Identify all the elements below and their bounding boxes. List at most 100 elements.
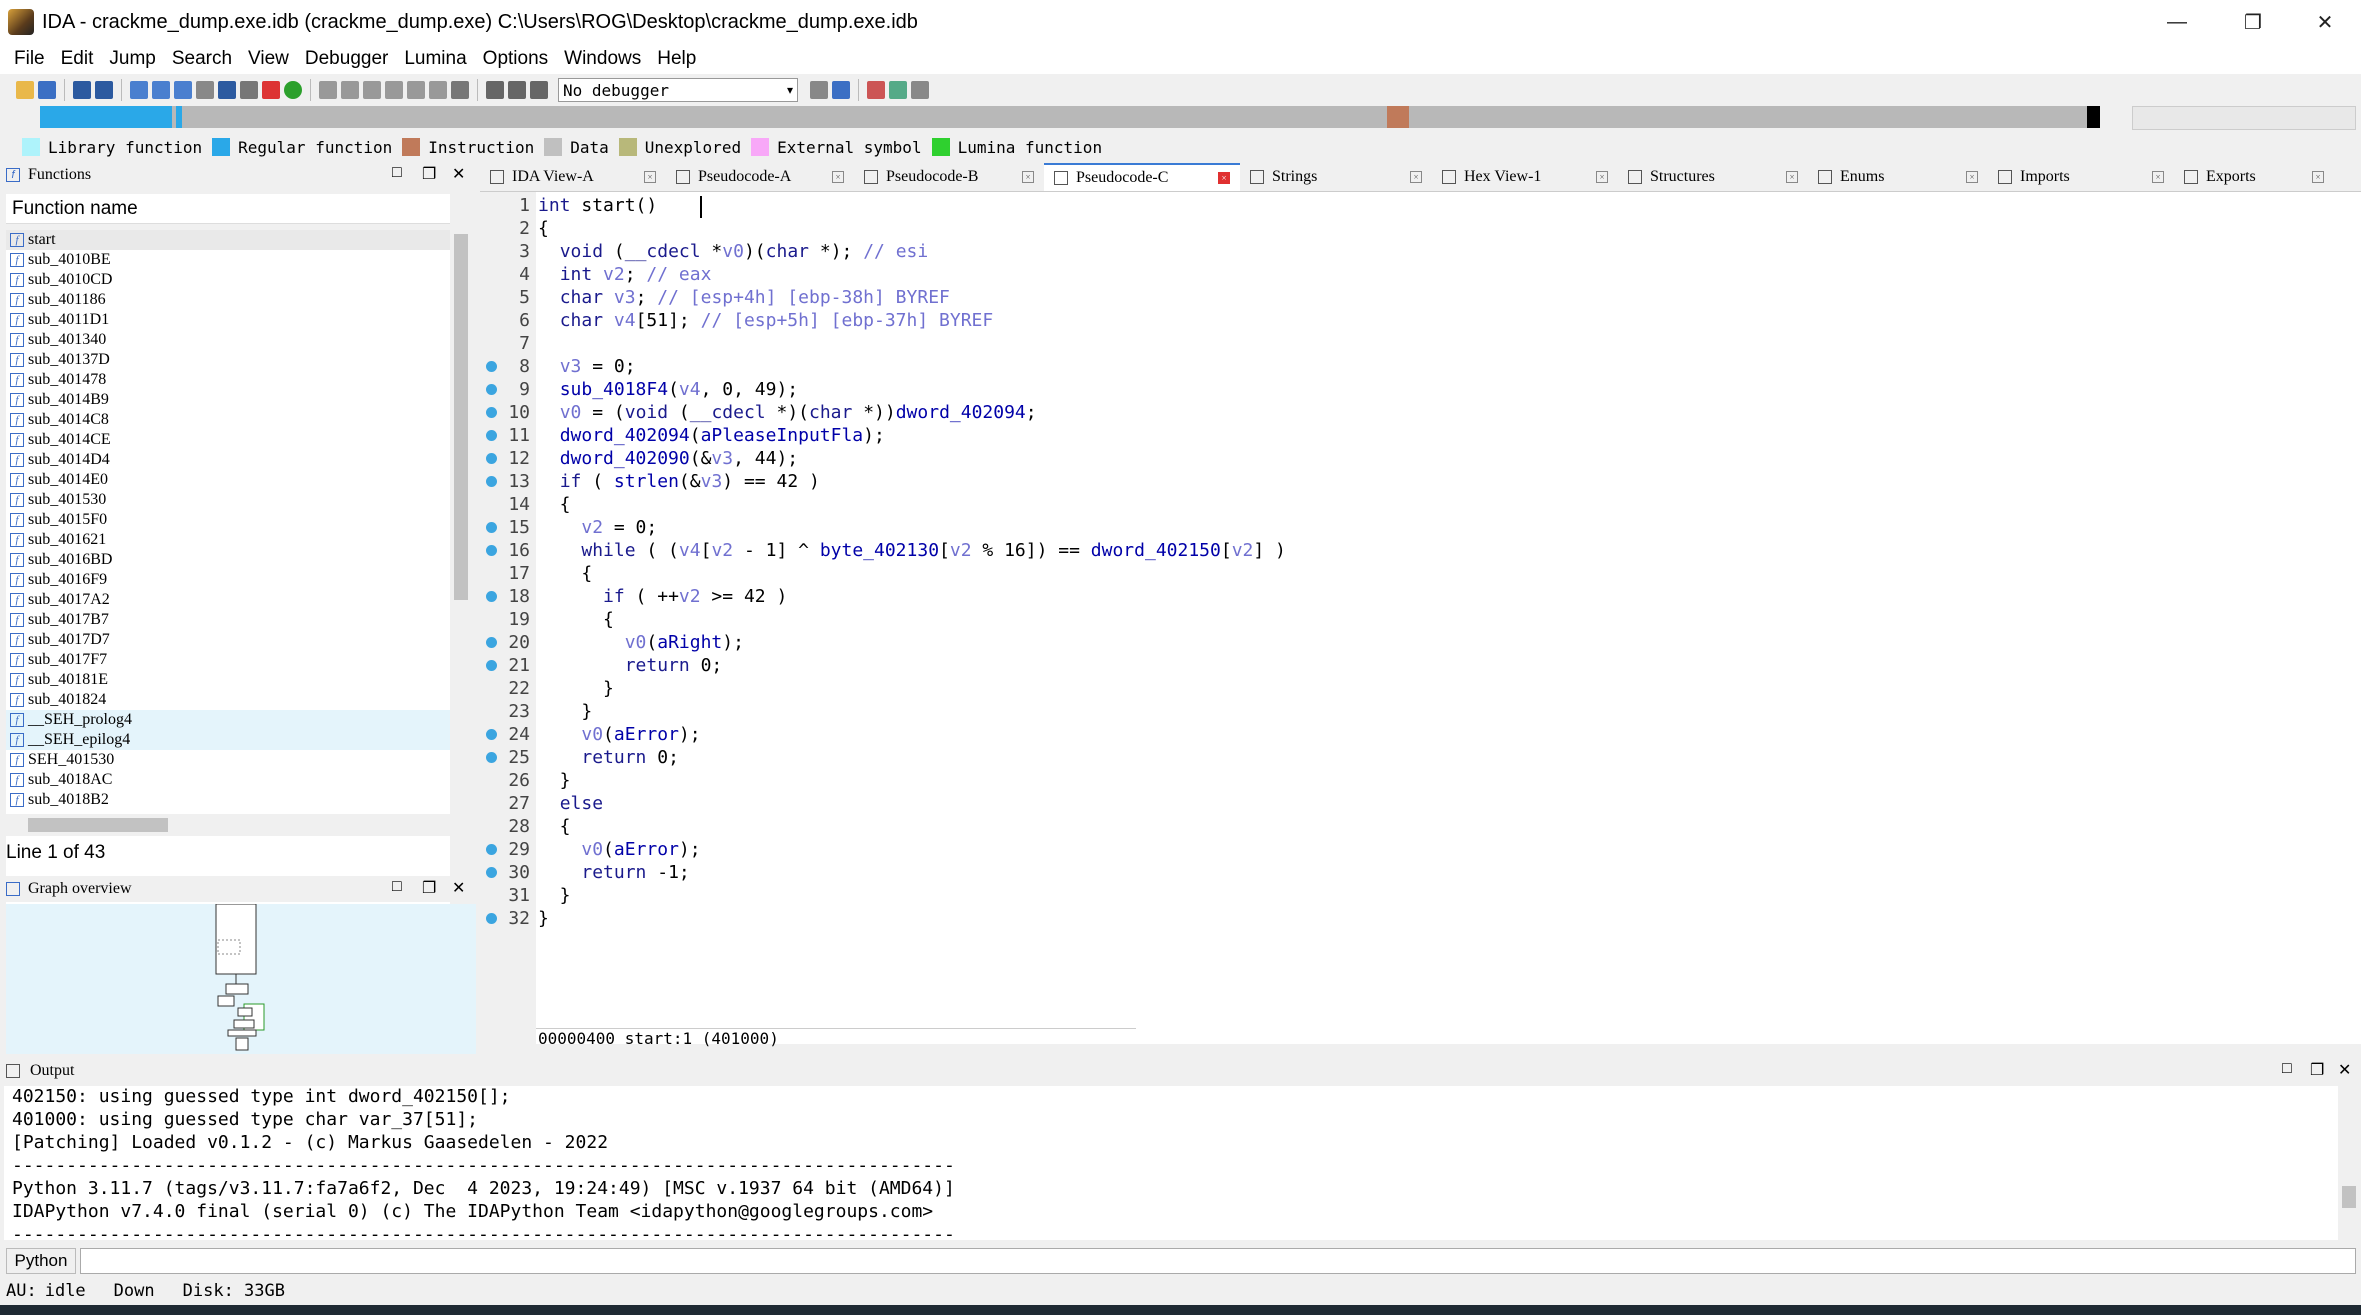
- tab-pseudocode-a[interactable]: Pseudocode-A ×: [666, 163, 854, 191]
- code-line[interactable]: 19 {: [480, 608, 2361, 631]
- function-name-header[interactable]: Function name: [6, 194, 454, 224]
- tab-imports[interactable]: Imports ×: [1988, 163, 2174, 191]
- menu-file[interactable]: File: [6, 48, 53, 70]
- function-list-item[interactable]: f sub_4010BE: [6, 250, 450, 270]
- maximize-panel-icon[interactable]: □: [392, 878, 402, 896]
- function-list-item[interactable]: f sub_401530: [6, 490, 450, 510]
- plugin-icon[interactable]: [889, 81, 907, 99]
- code-line[interactable]: 5 char v3; // [esp+4h] [ebp-38h] BYREF: [480, 286, 2361, 309]
- graph-icon[interactable]: [262, 81, 280, 99]
- function-list-item[interactable]: f sub_4018B2: [6, 790, 450, 810]
- code-line[interactable]: 1 int start(): [480, 194, 2361, 217]
- code-line[interactable]: 29 v0(aError);: [480, 838, 2361, 861]
- play-icon[interactable]: [486, 81, 504, 99]
- navigation-strip[interactable]: [40, 106, 2100, 128]
- code-line[interactable]: 3 void (__cdecl *v0)(char *); // esi: [480, 240, 2361, 263]
- close-panel-icon[interactable]: ✕: [2338, 1060, 2351, 1080]
- breakpoint-dot-icon[interactable]: [486, 453, 497, 464]
- nav-segment-dropdown[interactable]: [2132, 106, 2356, 130]
- breakpoint-dot-icon[interactable]: [486, 844, 497, 855]
- close-tab-icon[interactable]: ×: [1966, 171, 1978, 183]
- menu-lumina[interactable]: Lumina: [396, 48, 474, 70]
- code-line[interactable]: 23 }: [480, 700, 2361, 723]
- menu-windows[interactable]: Windows: [556, 48, 649, 70]
- function-list-item[interactable]: f sub_4016F9: [6, 570, 450, 590]
- tab-structures[interactable]: Structures ×: [1618, 163, 1808, 191]
- function-list-item[interactable]: f sub_4017F7: [6, 650, 450, 670]
- make-array-icon[interactable]: [385, 81, 403, 99]
- code-line[interactable]: 28 {: [480, 815, 2361, 838]
- jump-down-icon[interactable]: [218, 81, 236, 99]
- open-icon[interactable]: [16, 81, 34, 99]
- function-list-item[interactable]: f sub_401186: [6, 290, 450, 310]
- function-list-item[interactable]: f sub_40181E: [6, 670, 450, 690]
- struct-icon[interactable]: [429, 81, 447, 99]
- code-line[interactable]: 26 }: [480, 769, 2361, 792]
- function-list-item[interactable]: f start: [6, 230, 450, 250]
- text-search-icon[interactable]: [152, 81, 170, 99]
- menu-debugger[interactable]: Debugger: [297, 48, 396, 70]
- python-button[interactable]: Python: [6, 1248, 76, 1274]
- binary-search-icon[interactable]: [130, 81, 148, 99]
- code-line[interactable]: 10 v0 = (void (__cdecl *)(char *))dword_…: [480, 401, 2361, 424]
- function-list-item[interactable]: f __SEH_prolog4: [6, 710, 450, 730]
- refresh-icon[interactable]: [832, 81, 850, 99]
- output-vscrollbar[interactable]: [2338, 1086, 2360, 1240]
- code-line[interactable]: 18 if ( ++v2 >= 42 ): [480, 585, 2361, 608]
- code-line[interactable]: 9 sub_4018F4(v4, 0, 49);: [480, 378, 2361, 401]
- maximize-panel-icon[interactable]: □: [2282, 1060, 2292, 1078]
- code-line[interactable]: 25 return 0;: [480, 746, 2361, 769]
- breakpoint-dot-icon[interactable]: [486, 867, 497, 878]
- code-line[interactable]: 17 {: [480, 562, 2361, 585]
- maximize-panel-icon[interactable]: □: [392, 164, 402, 182]
- make-string-icon[interactable]: [363, 81, 381, 99]
- function-list-item[interactable]: f sub_4011D1: [6, 310, 450, 330]
- scrollbar-thumb[interactable]: [2342, 1186, 2356, 1208]
- breakpoint-dot-icon[interactable]: [486, 637, 497, 648]
- code-line[interactable]: 31 }: [480, 884, 2361, 907]
- function-list-item[interactable]: f sub_401824: [6, 690, 450, 710]
- breakpoint-dot-icon[interactable]: [486, 361, 497, 372]
- pause-icon[interactable]: [508, 81, 526, 99]
- function-list-item[interactable]: f sub_4017A2: [6, 590, 450, 610]
- undefine-icon[interactable]: [407, 81, 425, 99]
- close-window-button[interactable]: ✕: [2290, 4, 2360, 40]
- function-list-item[interactable]: f sub_4015F0: [6, 510, 450, 530]
- code-line[interactable]: 7: [480, 332, 2361, 355]
- stop-icon[interactable]: [530, 81, 548, 99]
- function-list-item[interactable]: f sub_4017D7: [6, 630, 450, 650]
- save-icon[interactable]: [38, 81, 56, 99]
- code-line[interactable]: 15 v2 = 0;: [480, 516, 2361, 539]
- breakpoint-dot-icon[interactable]: [486, 591, 497, 602]
- breakpoint-dot-icon[interactable]: [486, 660, 497, 671]
- back-icon[interactable]: [73, 81, 91, 99]
- make-data-icon[interactable]: [341, 81, 359, 99]
- float-panel-icon[interactable]: ❐: [422, 878, 436, 898]
- breakpoint-dot-icon[interactable]: [486, 407, 497, 418]
- text-mode-icon[interactable]: [240, 81, 258, 99]
- function-list-item[interactable]: f SEH_401530: [6, 750, 450, 770]
- code-line[interactable]: 22 }: [480, 677, 2361, 700]
- graph-overview-canvas[interactable]: [6, 903, 476, 1054]
- breakpoint-dot-icon[interactable]: [486, 522, 497, 533]
- minimize-button[interactable]: —: [2142, 4, 2212, 40]
- breakpoint-dot-icon[interactable]: [486, 729, 497, 740]
- navigation-band[interactable]: [0, 106, 2361, 134]
- tab-pseudocode-b[interactable]: Pseudocode-B ×: [854, 163, 1044, 191]
- restore-button[interactable]: ❐: [2218, 4, 2288, 40]
- forward-icon[interactable]: [95, 81, 113, 99]
- code-line[interactable]: 21 return 0;: [480, 654, 2361, 677]
- close-tab-icon[interactable]: ×: [1596, 171, 1608, 183]
- python-input[interactable]: [80, 1248, 2356, 1274]
- close-tab-icon[interactable]: ×: [832, 171, 844, 183]
- code-line[interactable]: 6 char v4[51]; // [esp+5h] [ebp-37h] BYR…: [480, 309, 2361, 332]
- menu-search[interactable]: Search: [164, 48, 240, 70]
- output-log[interactable]: 402150: using guessed type int dword_402…: [4, 1086, 2338, 1240]
- function-list-item[interactable]: f sub_401621: [6, 530, 450, 550]
- function-list-item[interactable]: f sub_4014C8: [6, 410, 450, 430]
- code-line[interactable]: 4 int v2; // eax: [480, 263, 2361, 286]
- close-tab-icon[interactable]: ×: [1022, 171, 1034, 183]
- function-list-item[interactable]: f sub_401478: [6, 370, 450, 390]
- code-line[interactable]: 14 {: [480, 493, 2361, 516]
- run-script-icon[interactable]: [284, 81, 302, 99]
